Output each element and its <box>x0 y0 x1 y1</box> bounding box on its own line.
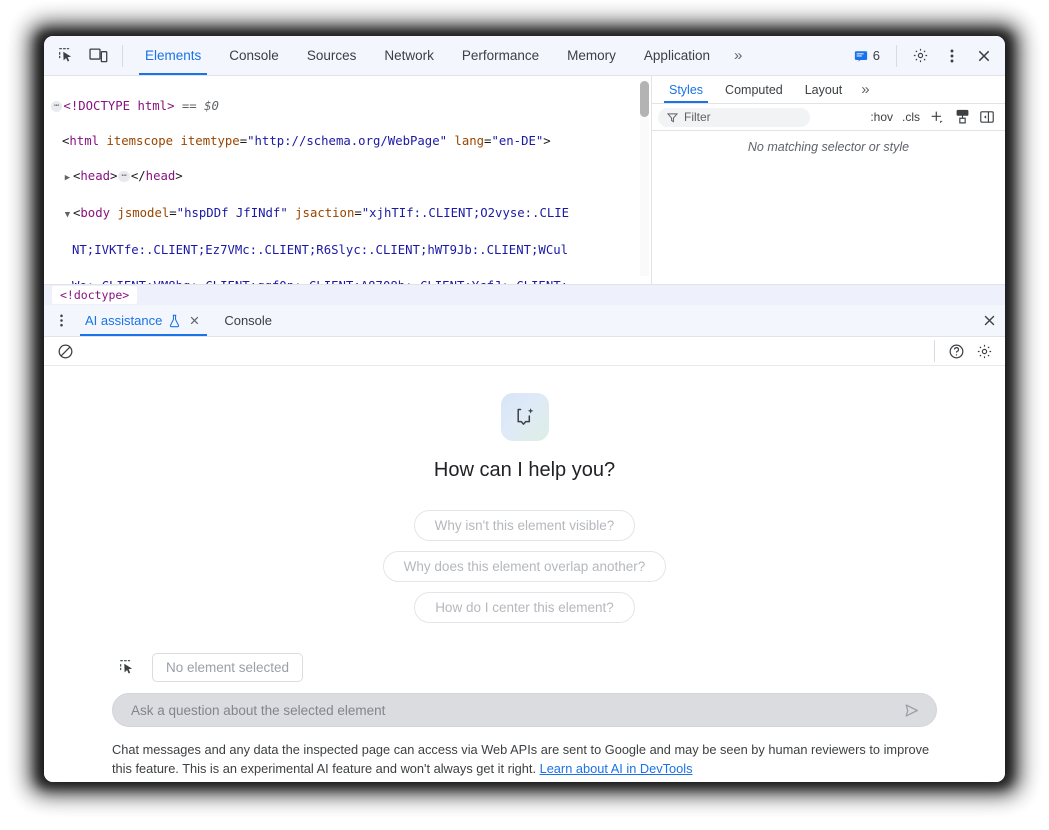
ai-question-input-wrapper[interactable] <box>112 693 937 727</box>
tab-label: Elements <box>145 48 201 63</box>
expand-ellipsis-icon[interactable]: ⋯ <box>51 101 62 112</box>
ai-input-row <box>44 693 1005 727</box>
ai-suggestion-chips: Why isn't this element visible? Why does… <box>383 510 667 623</box>
dom-node-html[interactable]: <html itemscope itemtype="http://schema.… <box>50 133 651 151</box>
learn-about-ai-link[interactable]: Learn about AI in DevTools <box>540 761 693 776</box>
tab-label: Performance <box>462 48 539 63</box>
help-question-icon[interactable] <box>943 339 969 363</box>
dom-node-body-cont: NT;IVKTfe:.CLIENT;Ez7VMc:.CLIENT;R6Slyc:… <box>50 242 651 260</box>
element-selector-row: No element selected <box>44 653 1005 682</box>
styles-filter-input[interactable]: Filter <box>658 108 810 127</box>
elements-panel: ⋯<!DOCTYPE html> == $0 <html itemscope i… <box>44 76 1005 284</box>
dom-node-head[interactable]: ▶<head>⋯</head> <box>50 168 651 188</box>
tab-label: Memory <box>567 48 616 63</box>
close-icon[interactable] <box>969 41 999 71</box>
suggestion-chip[interactable]: Why does this element overlap another? <box>383 551 667 582</box>
ai-disclaimer: Chat messages and any data the inspected… <box>44 740 1005 778</box>
tab-label: Network <box>384 48 434 63</box>
dom-node-body-cont: We:.CLIENT;VM8bg:.CLIENT;qqf0n:.CLIENT;A… <box>50 278 651 284</box>
chevron-double-right-icon: » <box>734 47 742 64</box>
tab-sources[interactable]: Sources <box>293 36 371 75</box>
selected-node-marker: == $0 <box>182 99 219 113</box>
devtools-window: Elements Console Sources Network Perform… <box>44 36 1005 782</box>
dom-tree-scrollbar-thumb[interactable] <box>640 81 649 117</box>
gear-icon[interactable] <box>905 41 935 71</box>
breadcrumb-item-doctype[interactable]: <!doctype> <box>52 286 137 304</box>
tab-label: Sources <box>307 48 357 63</box>
ai-hero-title: How can I help you? <box>434 459 615 482</box>
toolbar-right-actions: 6 <box>846 36 1005 75</box>
collapse-triangle-icon[interactable]: ▼ <box>62 207 73 225</box>
toolbar-divider <box>896 45 897 67</box>
kebab-menu-icon[interactable] <box>937 41 967 71</box>
no-entry-delete-chat-icon[interactable] <box>52 339 78 363</box>
dom-node-doctype[interactable]: ⋯<!DOCTYPE html> == $0 <box>50 98 651 116</box>
dom-tree-pane[interactable]: ⋯<!DOCTYPE html> == $0 <html itemscope i… <box>44 76 652 284</box>
devtools-main-tabbar: Elements Console Sources Network Perform… <box>44 36 1005 76</box>
tab-elements[interactable]: Elements <box>131 36 215 75</box>
ai-disclaimer-text: Chat messages and any data the inspected… <box>112 742 929 776</box>
tab-label: Console <box>229 48 279 63</box>
flask-experiment-icon <box>168 314 181 328</box>
tab-performance[interactable]: Performance <box>448 36 553 75</box>
drawer-close-icon[interactable] <box>973 305 1005 336</box>
tab-application[interactable]: Application <box>630 36 724 75</box>
inspect-cursor-icon[interactable] <box>50 36 82 75</box>
issues-count-label: 6 <box>873 48 880 63</box>
filter-placeholder: Filter <box>684 110 711 124</box>
kebab-menu-icon[interactable] <box>48 305 74 336</box>
drawer-tab-ai-assistance[interactable]: AI assistance <box>74 305 213 336</box>
toolbar-divider <box>934 340 935 362</box>
device-toolbar-icon[interactable] <box>82 36 114 75</box>
tab-memory[interactable]: Memory <box>553 36 630 75</box>
issues-counter-button[interactable]: 6 <box>846 43 888 69</box>
expand-triangle-icon[interactable]: ▶ <box>62 170 73 188</box>
dom-tree: ⋯<!DOCTYPE html> == $0 <html itemscope i… <box>44 76 651 284</box>
cls-toggle-button[interactable]: .cls <box>898 110 924 124</box>
styles-more-tabs-button[interactable]: » <box>853 76 877 103</box>
drawer-tabbar: AI assistance Console <box>44 305 1005 337</box>
tab-console[interactable]: Console <box>215 36 293 75</box>
ai-question-input[interactable] <box>129 702 898 719</box>
drawer-tab-label: Console <box>224 313 272 328</box>
tab-styles[interactable]: Styles <box>658 76 714 103</box>
dom-node-body[interactable]: ▼<body jsmodel="hspDDf JfINdf" jsaction=… <box>50 205 651 225</box>
chevron-double-right-icon: » <box>861 81 869 98</box>
hov-toggle-button[interactable]: :hov <box>866 110 897 124</box>
more-tabs-button[interactable]: » <box>724 36 752 75</box>
drawer-tab-close-icon[interactable] <box>187 313 202 328</box>
screenshot-frame: Elements Console Sources Network Perform… <box>0 0 1049 830</box>
ai-toolbar-right-actions <box>928 339 997 363</box>
suggestion-chip[interactable]: How do I center this element? <box>414 592 635 623</box>
styles-empty-message: No matching selector or style <box>652 131 1005 154</box>
tab-network[interactable]: Network <box>370 36 448 75</box>
styles-sidebar-tabbar: Styles Computed Layout » <box>652 76 1005 104</box>
inspect-cursor-icon[interactable] <box>114 655 140 681</box>
toolbar-divider <box>122 45 123 67</box>
plus-new-style-rule-icon[interactable] <box>925 106 949 128</box>
toggle-right-sidebar-icon[interactable] <box>975 106 999 128</box>
gear-icon[interactable] <box>971 339 997 363</box>
drawer-tab-label: AI assistance <box>85 313 162 328</box>
ai-assistance-toolbar <box>44 337 1005 366</box>
suggestion-chip[interactable]: Why isn't this element visible? <box>414 510 636 541</box>
collapsed-children-icon[interactable]: ⋯ <box>118 171 129 182</box>
styles-sidebar: Styles Computed Layout » Filter :hov .cl… <box>652 76 1005 284</box>
drawer-tab-console[interactable]: Console <box>213 305 283 336</box>
send-paper-plane-icon[interactable] <box>898 697 924 723</box>
tab-computed[interactable]: Computed <box>714 76 794 103</box>
ai-empty-state: How can I help you? Why isn't this eleme… <box>44 366 1005 653</box>
filter-funnel-icon <box>667 112 678 123</box>
tab-label: Application <box>644 48 710 63</box>
ai-assistance-panel: How can I help you? Why isn't this eleme… <box>44 366 1005 782</box>
issues-message-icon <box>854 49 868 63</box>
breadcrumb: <!doctype> <box>44 284 1005 305</box>
styles-filter-toolbar: Filter :hov .cls <box>652 104 1005 131</box>
chat-sparkle-icon <box>501 393 549 441</box>
selected-element-pill[interactable]: No element selected <box>152 653 303 682</box>
tab-layout[interactable]: Layout <box>794 76 854 103</box>
color-picker-sidebar-icon[interactable] <box>950 106 974 128</box>
